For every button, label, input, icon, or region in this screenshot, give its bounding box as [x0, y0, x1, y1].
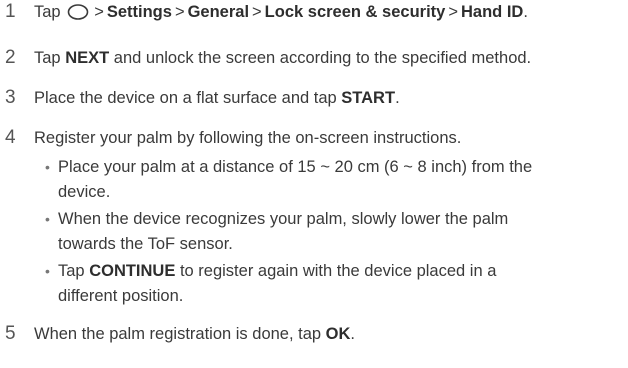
- lock-screen-security-label: Lock screen & security: [264, 3, 446, 21]
- settings-label: Settings: [106, 3, 172, 21]
- ok-label: OK: [325, 325, 351, 343]
- bullet-line-2: different position.: [58, 286, 184, 305]
- hand-id-label: Hand ID: [460, 3, 524, 21]
- bullet-item: • Tap CONTINUE to register again with th…: [0, 259, 628, 308]
- bullet-line-2: device.: [58, 182, 111, 201]
- general-label: General: [187, 3, 250, 21]
- bullet-marker: •: [45, 211, 50, 227]
- step-text-post: .: [395, 89, 400, 107]
- continue-label: CONTINUE: [89, 262, 176, 280]
- separator: >: [94, 3, 104, 21]
- step-2: 2 Tap NEXT and unlock the screen accordi…: [0, 46, 628, 70]
- bullet-text-pre: Tap: [58, 262, 90, 280]
- bullet-text: Place your palm at a distance of 15 ~ 20…: [58, 155, 618, 204]
- start-label: START: [341, 89, 396, 107]
- step-text-pre: When the palm registration is done, tap: [34, 325, 326, 343]
- bullet-text: Tap CONTINUE to register again with the …: [58, 259, 618, 308]
- step-text-pre: Tap: [34, 49, 66, 67]
- step-text-post: .: [350, 325, 356, 343]
- step-text-post: and unlock the screen according to the s…: [109, 49, 532, 67]
- bullet-line-1: Place your palm at a distance of 15 ~ 20…: [58, 158, 533, 176]
- bullet-text: When the device recognizes your palm, sl…: [58, 207, 618, 256]
- home-circle-icon: [67, 4, 89, 20]
- bullet-line-2: towards the ToF sensor.: [58, 234, 233, 253]
- step-text: Tap > Settings > General > Lock screen & secu…: [34, 0, 528, 24]
- step-text-tap: Tap: [34, 3, 61, 21]
- step-text: Tap NEXT and unlock the screen according…: [34, 46, 531, 70]
- step-text: When the palm registration is done, tap …: [34, 322, 355, 346]
- step-4: 4 Register your palm by following the on…: [0, 126, 628, 150]
- bullet-marker: •: [45, 263, 50, 279]
- step-number: 2: [5, 47, 16, 68]
- bullet-text-post: to register again with the device placed…: [175, 262, 497, 280]
- next-label: NEXT: [65, 49, 110, 67]
- separator: >: [174, 3, 185, 21]
- step-text-pre: Place the device on a flat surface and t…: [34, 89, 342, 107]
- step-1: 1 Tap > Settings > General > Lock screen & se…: [0, 0, 628, 24]
- step-number: 5: [5, 323, 16, 344]
- bullet-item: • Place your palm at a distance of 15 ~ …: [0, 155, 628, 204]
- period: .: [523, 3, 528, 21]
- step-text: Register your palm by following the on-s…: [34, 129, 462, 147]
- step-number: 3: [5, 87, 16, 108]
- step-number: 4: [5, 127, 16, 148]
- step-text: Place the device on a flat surface and t…: [34, 86, 400, 110]
- bullet-marker: •: [45, 159, 50, 175]
- separator: >: [448, 3, 458, 21]
- separator: >: [252, 3, 262, 21]
- step-3: 3 Place the device on a flat surface and…: [0, 86, 628, 110]
- bullet-line-1: Tap CONTINUE to register again with the …: [58, 259, 618, 284]
- step-number: 1: [5, 1, 16, 22]
- bullet-item: • When the device recognizes your palm, …: [0, 207, 628, 256]
- step-5: 5 When the palm registration is done, ta…: [0, 322, 628, 346]
- bullet-line-1: When the device recognizes your palm, sl…: [58, 210, 509, 228]
